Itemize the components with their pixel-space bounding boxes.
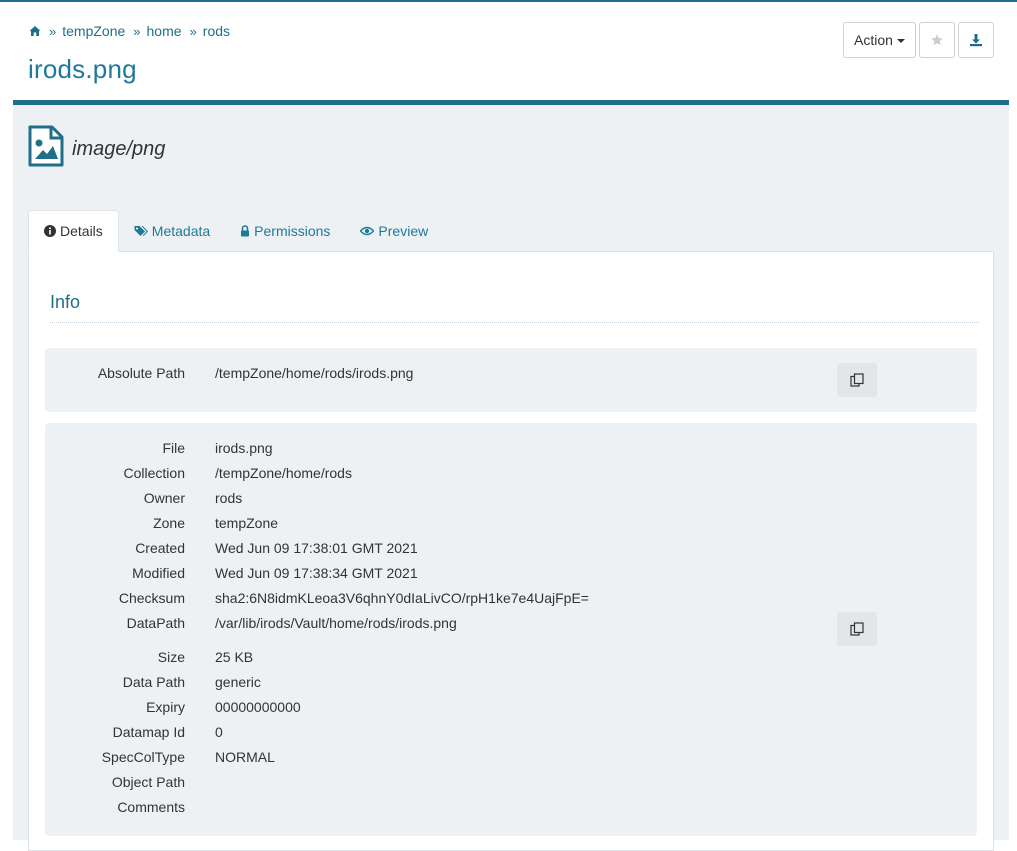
image-file-icon [28,125,64,167]
copy-absolute-path-button[interactable] [837,363,877,397]
details-panel: Info Absolute Path /tempZone/home/rods/i… [28,251,994,851]
detail-row-data-path: Data Path generic [45,674,977,699]
detail-label: Modified [132,565,185,581]
breadcrumb-separator-icon: » [189,23,197,39]
detail-row-speccoltype: SpecColType NORMAL [45,749,977,774]
absolute-path-label: Absolute Path [97,365,185,381]
page-title: irods.png [28,54,137,84]
action-dropdown-button[interactable]: Action [843,22,916,58]
breadcrumb-separator-icon: » [49,23,57,39]
detail-value: irods.png [215,440,273,456]
download-button[interactable] [958,22,994,58]
info-circle-icon [44,225,56,237]
detail-value: rods [215,490,243,506]
breadcrumb-item-rods[interactable]: rods [203,23,230,39]
tab-details[interactable]: Details [28,210,119,252]
detail-row-expiry: Expiry 00000000000 [45,699,977,724]
detail-label: SpecColType [101,749,185,765]
tab-preview-label: Preview [378,223,429,239]
absolute-path-card: Absolute Path /tempZone/home/rods/irods.… [45,348,977,412]
detail-label: Collection [123,465,185,481]
detail-row-object-path: Object Path [45,774,977,799]
mime-type-header: image/png [28,125,165,167]
page-header: » tempZone » home » rods irods.png Actio… [13,2,1009,102]
detail-row-zone: Zone tempZone [45,515,977,540]
tab-details-label: Details [60,223,103,239]
download-icon [970,34,982,47]
detail-row-owner: Owner rods [45,490,977,515]
breadcrumb-item-tempzone[interactable]: tempZone [62,23,125,39]
detail-value: 0 [215,724,223,740]
detail-label: Zone [153,515,185,531]
detail-label: Object Path [111,774,185,790]
detail-row-collection: Collection /tempZone/home/rods [45,465,977,490]
detail-row-comments: Comments [45,799,977,824]
detail-label: Checksum [118,590,185,606]
detail-row-created: Created Wed Jun 09 17:38:01 GMT 2021 [45,540,977,565]
detail-row-datamap-id: Datamap Id 0 [45,724,977,749]
breadcrumb: » tempZone » home » rods [29,23,230,39]
star-button[interactable] [919,22,955,58]
detail-value: Wed Jun 09 17:38:34 GMT 2021 [215,565,418,581]
tab-metadata-label: Metadata [151,223,211,239]
file-details-card: File irods.png Collection /tempZone/home… [45,423,977,836]
mime-type-label: image/png [72,137,166,160]
detail-value: /tempZone/home/rods [215,465,352,481]
detail-value: sha2:6N8idmKLeoa3V6qhnY0dIaLivCO/rpH1ke7… [215,590,589,606]
detail-value: Wed Jun 09 17:38:01 GMT 2021 [215,540,418,556]
detail-label: Size [157,649,185,665]
detail-row-file: File irods.png [45,440,977,465]
main-content: image/png Details Metadata Permissions P… [13,105,1009,851]
tab-bar: Details Metadata Permissions Preview [28,210,443,252]
star-icon [931,34,943,46]
copy-icon [850,622,864,636]
absolute-path-value: /tempZone/home/rods/irods.png [215,365,414,381]
detail-value: NORMAL [215,749,275,765]
detail-label: Comments [117,799,185,815]
detail-value: tempZone [215,515,279,531]
caret-down-icon [896,39,905,43]
detail-row-checksum: Checksum sha2:6N8idmKLeoa3V6qhnY0dIaLivC… [45,590,977,615]
tab-metadata[interactable]: Metadata [119,210,225,252]
detail-value: /var/lib/irods/Vault/home/rods/irods.png [215,615,457,631]
action-button-label: Action [854,32,893,48]
section-divider [50,322,979,323]
tab-permissions-label: Permissions [254,223,331,239]
detail-label: File [162,440,185,456]
detail-value: generic [215,674,261,690]
detail-row-modified: Modified Wed Jun 09 17:38:34 GMT 2021 [45,565,977,590]
header-actions: Action [843,22,994,58]
breadcrumb-separator-icon: » [133,23,141,39]
breadcrumb-item-home[interactable]: home [147,23,182,39]
detail-label: Created [135,540,185,556]
eye-icon [360,226,375,236]
home-icon[interactable] [29,25,41,37]
copy-data-path-button[interactable] [837,612,877,646]
lock-icon [241,225,250,237]
detail-value: 00000000000 [215,699,301,715]
detail-label: Expiry [146,699,185,715]
detail-label: Data Path [122,674,185,690]
copy-icon [850,373,864,387]
tab-preview[interactable]: Preview [345,210,443,252]
section-title-info: Info [50,292,81,312]
detail-label: Owner [143,490,185,506]
detail-label: Datamap Id [112,724,185,740]
detail-label: DataPath [126,615,185,631]
tab-permissions[interactable]: Permissions [225,210,345,252]
detail-value: 25 KB [215,649,254,665]
tags-icon [134,226,148,236]
detail-row-size: Size 25 KB [45,649,977,674]
